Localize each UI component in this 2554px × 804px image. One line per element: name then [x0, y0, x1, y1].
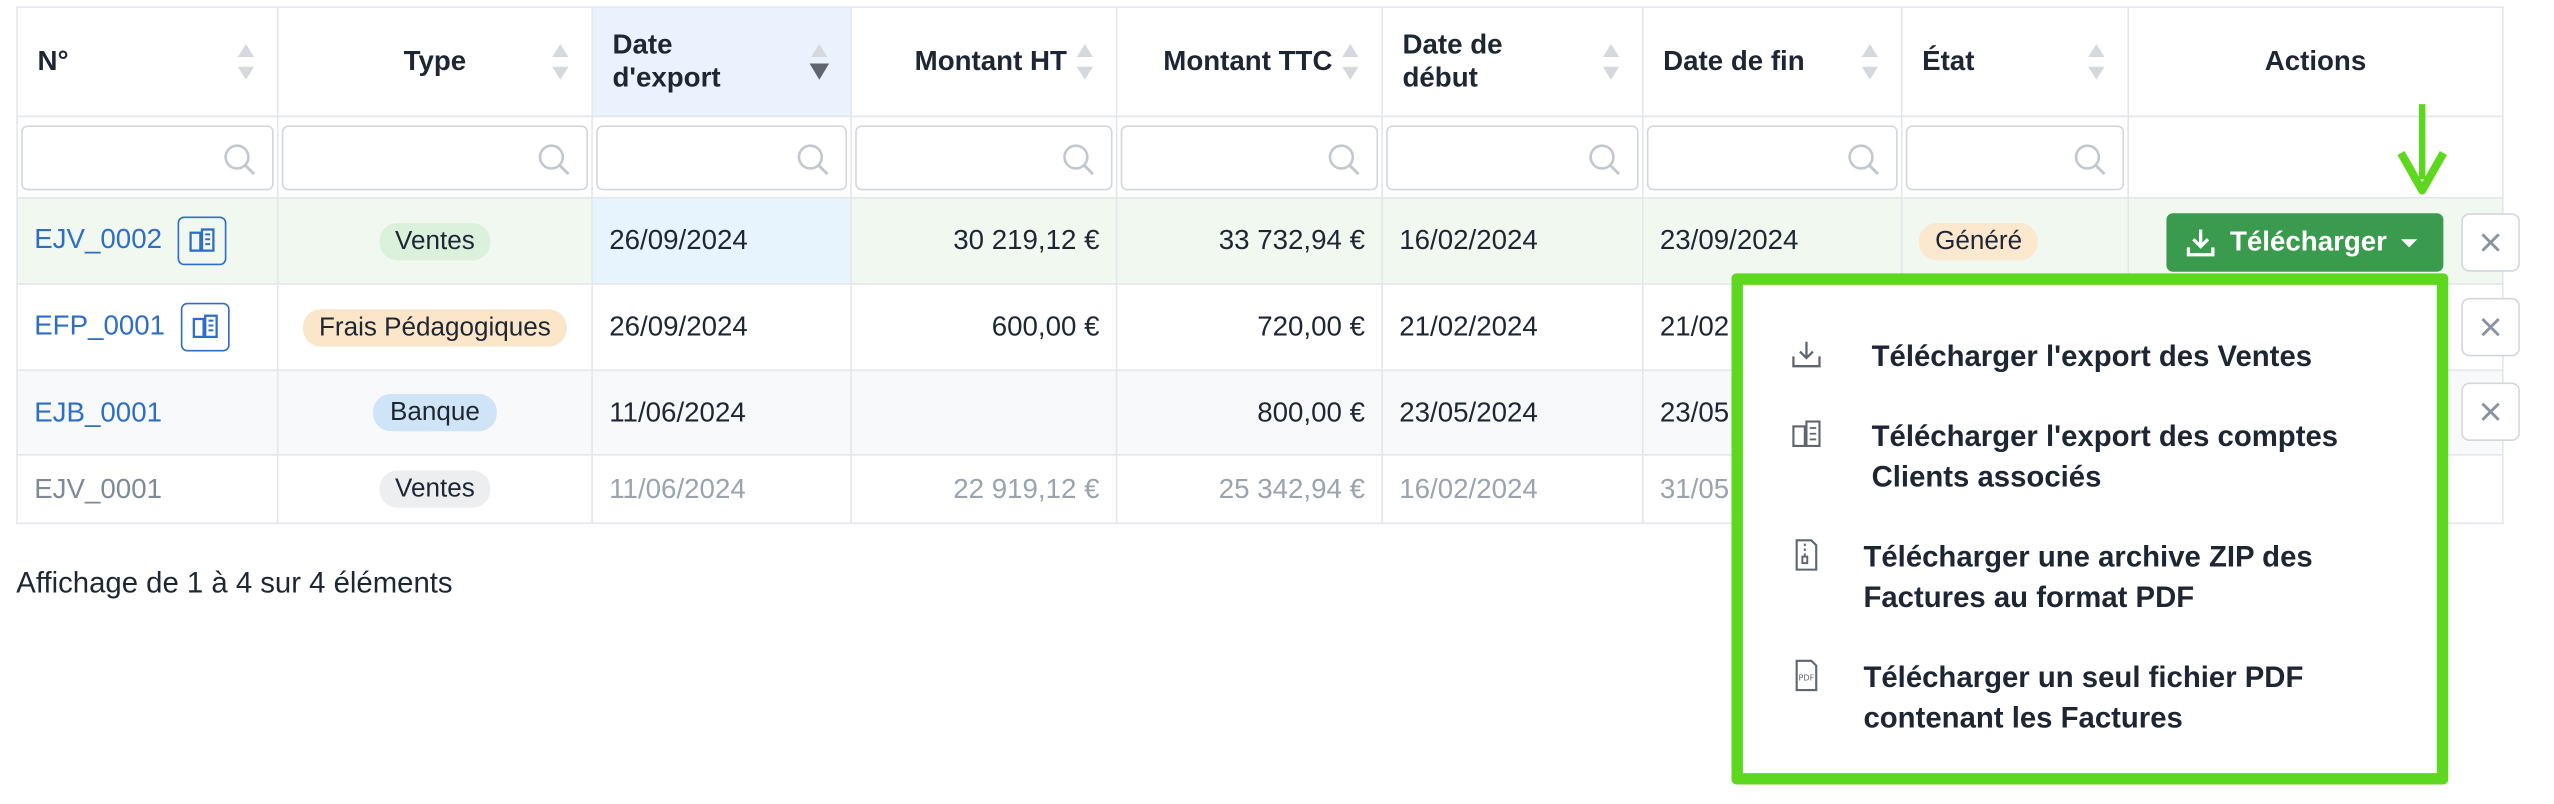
export-ref-link[interactable]: EJV_0002	[34, 224, 162, 255]
download-dropdown-menu: Télécharger l'export des Ventes Téléchar…	[1731, 273, 2449, 785]
delete-button[interactable]	[2461, 382, 2520, 442]
download-button-label: Télécharger	[2229, 226, 2387, 258]
download-dropdown-button[interactable]: Télécharger	[2166, 213, 2444, 272]
amount-ttc-cell: 800,00 €	[1115, 369, 1383, 456]
column-header-number[interactable]: N°	[16, 6, 279, 118]
sort-icon[interactable]	[237, 43, 255, 80]
amount-ht-cell	[850, 369, 1118, 456]
search-icon	[1063, 143, 1095, 175]
delete-button[interactable]	[2461, 297, 2520, 357]
sort-desc-icon[interactable]	[809, 43, 830, 80]
export-date-cell: 11/06/2024	[591, 454, 852, 525]
start-date-cell: 16/02/2024	[1381, 196, 1644, 285]
menu-item-label: Télécharger un seul fichier PDF contenan…	[1863, 660, 2304, 735]
search-icon	[538, 143, 570, 175]
amount-ttc-cell: 33 732,94 €	[1115, 196, 1383, 285]
sort-icon[interactable]	[2088, 43, 2105, 80]
pdf-file-icon: PDF	[1795, 659, 1818, 692]
menu-item-label: Télécharger l'export des Ventes	[1871, 340, 2313, 373]
menu-item-zip-archive[interactable]: Télécharger une archive ZIP des Factures…	[1790, 537, 2313, 618]
client-accounts-icon	[190, 228, 216, 252]
filter-row	[16, 115, 2504, 199]
exports-table-view: N° Type Date d'export Montant HT Montant…	[0, 0, 2554, 804]
sort-icon[interactable]	[1076, 43, 1093, 80]
close-icon	[2481, 402, 2500, 421]
filter-export-date-input[interactable]	[596, 124, 848, 190]
client-accounts-button[interactable]	[181, 302, 231, 352]
sort-icon[interactable]	[1861, 43, 1879, 80]
menu-item-client-accounts-export[interactable]: Télécharger l'export des comptes Clients…	[1790, 417, 2338, 498]
menu-item-label: Télécharger l'export des comptes Clients…	[1871, 419, 2339, 494]
search-icon	[1848, 143, 1880, 175]
filter-start-date-input[interactable]	[1386, 124, 1639, 190]
menu-item-label: Télécharger une archive ZIP des Factures…	[1863, 540, 2313, 614]
export-date-cell: 11/06/2024	[591, 369, 852, 456]
export-ref-link[interactable]: EJV_0001	[34, 473, 162, 504]
status-badge: Généré	[1918, 222, 2039, 260]
close-icon	[2481, 317, 2500, 337]
filter-amount-ttc-input[interactable]	[1120, 124, 1379, 190]
filter-number-input[interactable]	[21, 124, 274, 190]
sort-icon[interactable]	[1602, 43, 1620, 80]
client-accounts-icon	[193, 314, 219, 339]
delete-button[interactable]	[2461, 213, 2520, 272]
type-badge: Ventes	[378, 470, 492, 508]
type-badge: Banque	[373, 393, 497, 432]
table-row[interactable]: EJV_0002 Ventes 26/09/2024 30 219,12 € 3…	[16, 196, 2504, 285]
column-header-export-date[interactable]: Date d'export	[591, 6, 852, 118]
download-icon	[2186, 229, 2215, 257]
search-icon	[1328, 143, 1360, 175]
filter-state-input[interactable]	[1905, 124, 2125, 190]
start-date-cell: 16/02/2024	[1381, 454, 1644, 525]
filter-amount-ht-input[interactable]	[855, 124, 1113, 190]
close-icon	[2481, 233, 2500, 252]
sort-icon[interactable]	[1342, 43, 1359, 80]
column-header-amount-ttc[interactable]: Montant TTC	[1115, 6, 1383, 118]
start-date-cell: 23/05/2024	[1381, 369, 1644, 456]
type-badge: Frais Pédagogiques	[302, 308, 568, 346]
column-header-state[interactable]: État	[1900, 6, 2129, 118]
caret-down-icon	[2401, 238, 2418, 247]
amount-ttc-cell: 720,00 €	[1115, 283, 1383, 372]
client-accounts-button[interactable]	[178, 216, 228, 266]
menu-item-sales-export[interactable]: Télécharger l'export des Ventes	[1790, 337, 2312, 378]
search-icon	[224, 143, 256, 175]
amount-ht-cell: 22 919,12 €	[850, 454, 1118, 525]
export-ref-link[interactable]: EFP_0001	[34, 310, 165, 341]
client-accounts-icon	[1792, 420, 1821, 447]
menu-item-single-pdf[interactable]: PDF Télécharger un seul fichier PDF cont…	[1790, 658, 2303, 739]
export-date-cell: 26/09/2024	[591, 283, 852, 372]
filter-type-input[interactable]	[281, 124, 589, 190]
search-icon	[2074, 143, 2106, 175]
column-header-start-date[interactable]: Date de début	[1381, 6, 1644, 118]
zip-file-icon	[1795, 539, 1818, 571]
start-date-cell: 21/02/2024	[1381, 283, 1644, 372]
search-icon	[797, 143, 829, 175]
amount-ht-cell: 600,00 €	[850, 283, 1118, 372]
column-header-type[interactable]: Type	[276, 6, 593, 118]
svg-text:PDF: PDF	[1799, 672, 1815, 682]
end-date-cell: 23/09/2024	[1641, 196, 1903, 285]
column-header-end-date[interactable]: Date de fin	[1641, 6, 1903, 118]
download-icon	[1792, 341, 1821, 368]
export-ref-link[interactable]: EJB_0001	[34, 396, 162, 427]
amount-ht-cell: 30 219,12 €	[850, 196, 1118, 285]
filter-end-date-input[interactable]	[1646, 124, 1898, 190]
pagination-info: Affichage de 1 à 4 sur 4 éléments	[16, 566, 453, 599]
sort-icon[interactable]	[552, 43, 569, 80]
search-icon	[1589, 143, 1621, 175]
amount-ttc-cell: 25 342,94 €	[1115, 454, 1383, 525]
export-date-cell: 26/09/2024	[591, 196, 852, 285]
header-row: N° Type Date d'export Montant HT Montant…	[16, 6, 2504, 118]
annotation-arrow-icon	[2397, 104, 2447, 195]
column-header-amount-ht[interactable]: Montant HT	[850, 6, 1118, 118]
type-badge: Ventes	[378, 222, 492, 260]
